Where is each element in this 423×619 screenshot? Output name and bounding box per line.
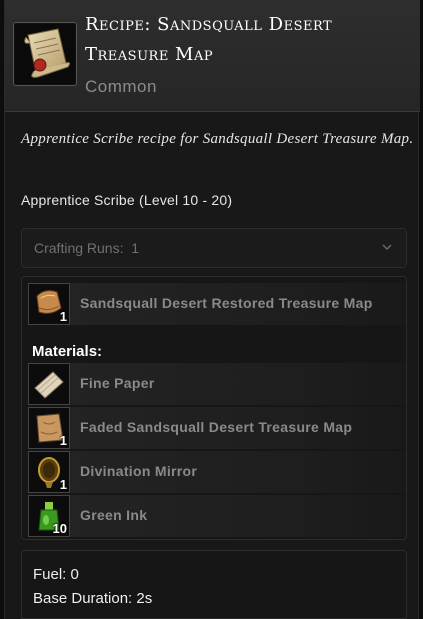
material-row[interactable]: 1 Faded Sandsquall Desert Treasure Map [28, 407, 406, 449]
mirror-icon: 1 [28, 451, 70, 493]
material-row[interactable]: 10 Green Ink [28, 495, 406, 537]
paper-icon [28, 363, 70, 405]
material-name: Green Ink [80, 507, 148, 523]
fuel-value: Fuel: 0 [33, 566, 79, 583]
recipe-title: Recipe: Sandsquall Desert Treasure Map [85, 10, 415, 70]
item-quantity: 1 [59, 477, 67, 492]
title-line-1: Recipe: Sandsquall Desert [85, 14, 333, 35]
item-quantity: 10 [52, 521, 67, 536]
faded-map-icon: 1 [28, 407, 70, 449]
base-duration-value: Base Duration: 2s [33, 590, 153, 607]
item-quantity: 1 [59, 309, 67, 324]
recipe-items-box: 1 Sandsquall Desert Restored Treasure Ma… [21, 276, 407, 540]
restored-map-icon: 1 [28, 283, 70, 325]
crafting-runs-dropdown[interactable]: Crafting Runs: 1 [21, 228, 407, 268]
recipe-tooltip-panel: Recipe: Sandsquall Desert Treasure Map C… [4, 0, 420, 619]
rarity-label: Common [85, 77, 157, 96]
crafting-info-footer: Fuel: 0 Base Duration: 2s [21, 550, 407, 619]
material-name: Fine Paper [80, 375, 155, 391]
material-row[interactable]: 1 Divination Mirror [28, 451, 406, 493]
treasure-map-scroll-icon [13, 22, 77, 86]
item-quantity: 1 [59, 433, 67, 448]
ink-bottle-icon: 10 [28, 495, 70, 537]
tooltip-header: Recipe: Sandsquall Desert Treasure Map C… [5, 0, 420, 112]
material-row[interactable]: Fine Paper [28, 363, 406, 405]
profession-requirement: Apprentice Scribe (Level 10 - 20) [21, 192, 233, 208]
output-item-row[interactable]: 1 Sandsquall Desert Restored Treasure Ma… [28, 283, 406, 325]
material-name: Faded Sandsquall Desert Treasure Map [80, 419, 353, 435]
recipe-description: Apprentice Scribe recipe for Sandsquall … [21, 131, 414, 147]
crafting-runs-label: Crafting Runs: 1 [34, 240, 140, 256]
material-name: Divination Mirror [80, 463, 198, 479]
title-line-2: Treasure Map [85, 44, 214, 65]
materials-heading: Materials: [32, 343, 103, 360]
output-item-name: Sandsquall Desert Restored Treasure Map [80, 295, 373, 311]
chevron-down-icon [382, 244, 392, 251]
